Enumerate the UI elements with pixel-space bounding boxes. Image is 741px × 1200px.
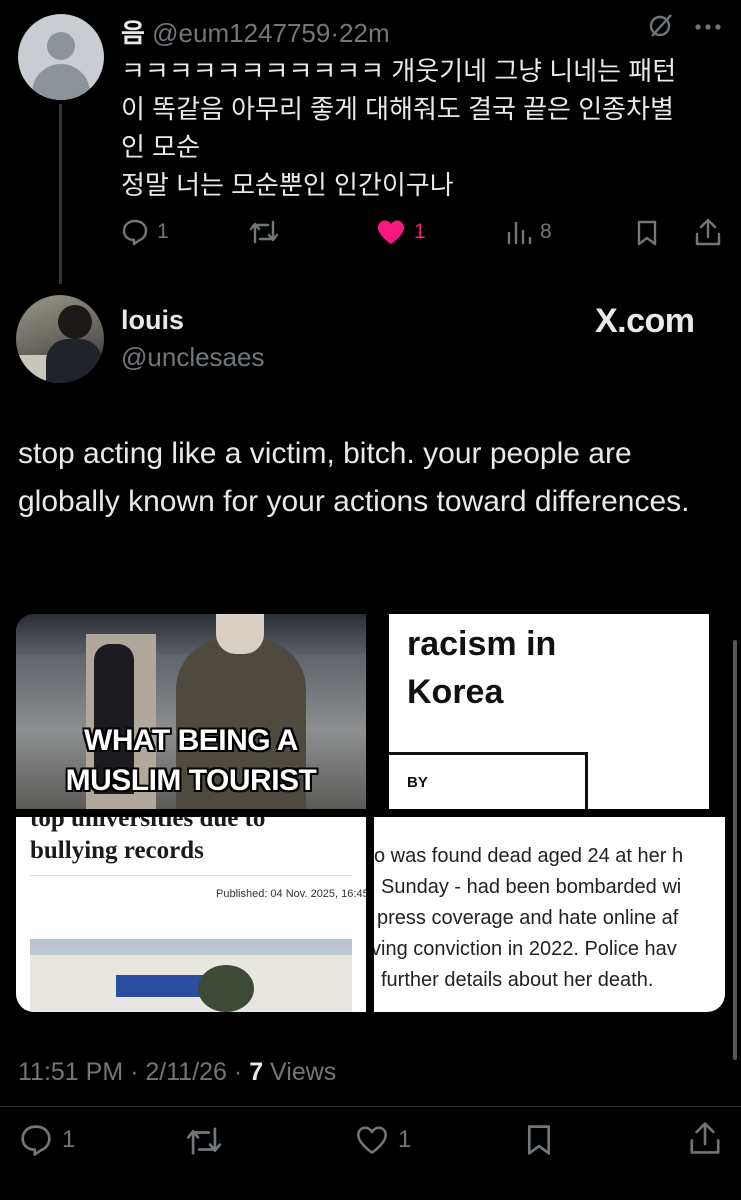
- tweet-share-button[interactable]: [688, 1120, 722, 1156]
- thread-line: [59, 104, 62, 284]
- tweet-body-text: stop acting like a victim, bitch. your p…: [18, 437, 690, 518]
- reply-author-handle[interactable]: @eum1247759: [152, 18, 330, 48]
- tile4-line: Sunday - had been bombarded wi: [381, 876, 682, 898]
- tweet-like-button[interactable]: 1: [354, 1124, 411, 1156]
- tile4-line: o was found dead aged 24 at her h: [374, 845, 684, 867]
- tweet-repost-button[interactable]: [184, 1124, 224, 1158]
- media-tile-news-excerpt[interactable]: o was found dead aged 24 at her h Sunday…: [374, 817, 725, 1012]
- reply-text-line: 정말 너는 모순뿐인 인간이구나: [121, 170, 454, 200]
- media-tile-racism-in-korea[interactable]: racism in Korea BY: [389, 614, 709, 809]
- tile2-title-line: Korea: [407, 673, 504, 711]
- meta-separator: ·: [130, 1058, 139, 1086]
- reply-avatar[interactable]: [18, 14, 104, 100]
- bookmark-icon: [637, 220, 657, 246]
- reply-separator: ·: [330, 18, 340, 48]
- media-tile-university-article[interactable]: top universities due to bullying records…: [16, 817, 366, 1012]
- reply-timestamp[interactable]: 22m: [339, 18, 390, 48]
- avatar-head-shape: [47, 32, 75, 60]
- tile3-headline-line: bullying records: [30, 837, 204, 864]
- station-ceiling: [16, 614, 366, 654]
- reply-header: 음 @eum1247759·22m: [121, 13, 390, 50]
- tweet-meta: 11:51 PM · 2/11/26 · 7 Views: [18, 1058, 336, 1087]
- heart-outline-icon: [357, 1126, 387, 1154]
- tweet-date[interactable]: 2/11/26: [145, 1058, 227, 1086]
- reply-text: ㅋㅋㅋㅋㅋㅋㅋㅋㅋㅋㅋ 개웃기네 그냥 니네는 패턴 이 똑같음 아무리 좋게 …: [121, 52, 721, 204]
- grok-slash-icon[interactable]: [648, 12, 674, 45]
- tweet-author-name[interactable]: louis: [121, 305, 184, 336]
- tile2-title: racism in Korea: [407, 620, 556, 716]
- reply-text-line: ㅋㅋㅋㅋㅋㅋㅋㅋㅋㅋㅋ 개웃기네 그냥 니네는 패턴: [121, 56, 677, 86]
- tile3-headline-line: top universities due to: [30, 817, 266, 832]
- repost-icon: [249, 220, 279, 244]
- comment-icon: [122, 219, 148, 246]
- reply-reply-button[interactable]: 1: [121, 218, 169, 246]
- meta-separator: ·: [233, 1058, 243, 1086]
- tile1-caption-line: WHAT BEING A: [84, 724, 298, 757]
- tweet-author-handle[interactable]: @unclesaes: [121, 342, 264, 373]
- reply-count: 1: [157, 220, 169, 243]
- reply-text-line: 이 똑같음 아무리 좋게 대해줘도 결국 끝은 인종차별: [121, 94, 674, 124]
- heart-filled-icon: [378, 220, 404, 244]
- person-face: [216, 614, 264, 654]
- tile4-line: further details about her death.: [381, 969, 654, 991]
- tile4-line: ving conviction in 2022. Police hav: [374, 938, 677, 960]
- reply-share-button[interactable]: [694, 217, 722, 247]
- actions-divider: [0, 1106, 741, 1107]
- reply-text-line: 인 모순: [121, 132, 200, 162]
- views-chart-icon: [507, 222, 532, 244]
- tile4-text: o was found dead aged 24 at her h Sunday…: [374, 841, 725, 996]
- share-icon: [695, 218, 721, 246]
- reply-views-button[interactable]: 8: [506, 218, 552, 246]
- tweet-views-count: 7: [249, 1058, 264, 1086]
- tweet-views-label: Views: [270, 1058, 337, 1086]
- reply-like-button[interactable]: 1: [376, 218, 426, 246]
- tweet-media-grid: WHAT BEING A MUSLIM TOURIST racism in Ko…: [16, 614, 725, 1012]
- avatar-hair-shape: [58, 305, 92, 339]
- views-count: 8: [540, 220, 552, 243]
- reply-repost-button[interactable]: [248, 218, 280, 246]
- like-count: 1: [414, 220, 426, 243]
- tile2-byline: BY: [407, 774, 428, 791]
- reply-bookmark-button[interactable]: [635, 219, 659, 247]
- tweet-reply-count: 1: [62, 1126, 76, 1153]
- repost-icon: [186, 1127, 222, 1155]
- avatar-shirt-shape: [46, 339, 102, 383]
- tile2-title-line: racism in: [407, 625, 557, 663]
- comment-icon: [21, 1125, 51, 1156]
- media-tile-muslim-tourist[interactable]: WHAT BEING A MUSLIM TOURIST: [16, 614, 366, 809]
- tile3-published: Published: 04 Nov. 2025, 16:45: [216, 888, 366, 900]
- scrollbar[interactable]: [733, 640, 737, 1060]
- more-options-icon[interactable]: [694, 14, 722, 47]
- avatar-body-shape: [32, 64, 90, 100]
- tweet-reply-button[interactable]: 1: [18, 1123, 75, 1157]
- share-icon: [690, 1122, 720, 1154]
- tile1-caption-line: MUSLIM TOURIST: [65, 764, 317, 797]
- tile3-divider: [30, 875, 352, 876]
- tweet-time[interactable]: 11:51 PM: [18, 1058, 123, 1086]
- x-com-watermark: X.com: [595, 302, 695, 340]
- tile4-line: press coverage and hate online af: [377, 907, 679, 929]
- bookmark-icon: [527, 1125, 551, 1155]
- reply-author-name[interactable]: 음: [121, 18, 145, 48]
- tweet-like-count: 1: [398, 1126, 412, 1153]
- louis-avatar[interactable]: [16, 295, 104, 383]
- tile3-tree: [198, 965, 254, 1012]
- tweet-bookmark-button[interactable]: [524, 1123, 554, 1157]
